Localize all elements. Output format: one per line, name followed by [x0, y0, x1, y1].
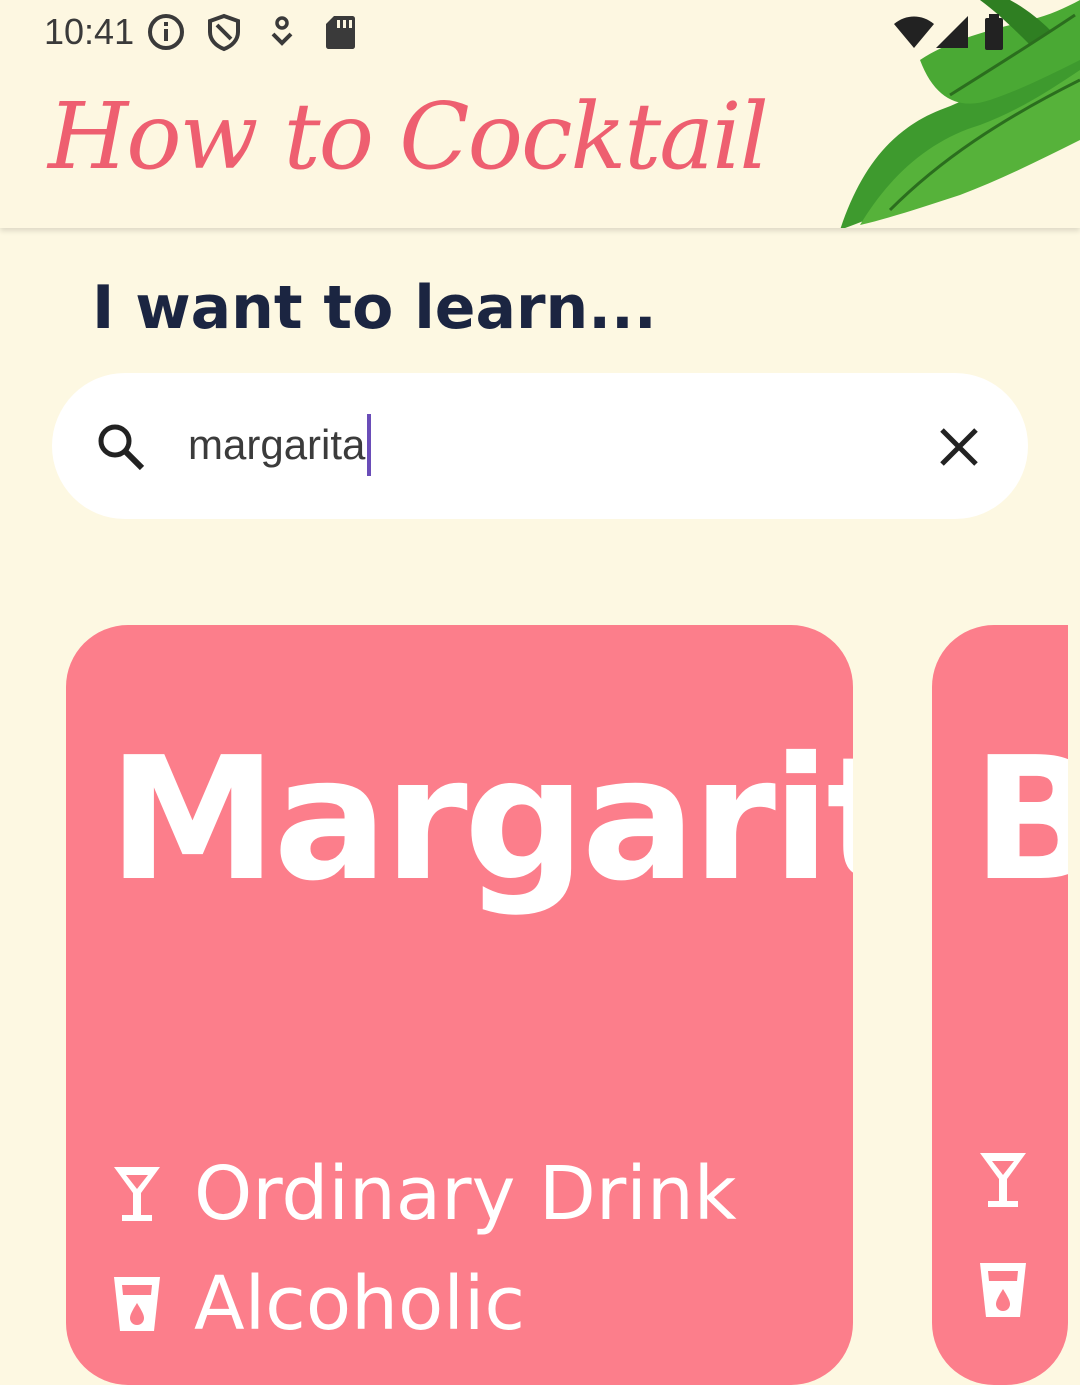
- cocktail-title: Margarita: [108, 721, 853, 919]
- cocktail-category-row: [976, 1149, 1060, 1211]
- app-title: How to Cocktail: [48, 83, 769, 190]
- text-cursor: [367, 414, 372, 476]
- section-heading: I want to learn...: [92, 273, 657, 343]
- cocktail-card[interactable]: Margarita Ordinary Drink Alcoholic: [66, 625, 853, 1385]
- cocktail-alcoholic: Alcoholic: [194, 1261, 526, 1347]
- status-bar: 10:41: [0, 0, 1080, 66]
- shield-icon: [208, 13, 240, 52]
- search-input[interactable]: margarita: [188, 412, 372, 478]
- download-icon: [271, 16, 293, 46]
- sd-card-icon: [326, 16, 355, 49]
- cocktail-category-row: Ordinary Drink: [110, 1149, 737, 1239]
- cocktail-category: Ordinary Drink: [194, 1151, 737, 1237]
- cocktail-alcoholic-row: Alcoholic: [110, 1259, 525, 1349]
- search-icon[interactable]: [94, 420, 148, 474]
- glass-icon: [980, 1263, 1026, 1317]
- battery-icon: [985, 14, 1003, 50]
- cocktail-card[interactable]: Ba: [932, 625, 1068, 1385]
- cocktail-glass-icon: [980, 1153, 1026, 1207]
- close-icon[interactable]: [932, 420, 986, 474]
- status-time: 10:41: [44, 11, 135, 52]
- glass-icon: [114, 1277, 160, 1331]
- info-icon: [148, 14, 184, 50]
- wifi-icon: [894, 16, 934, 48]
- cocktail-title: Ba: [972, 721, 1068, 919]
- cocktail-alcoholic-row: [976, 1259, 1060, 1321]
- search-input-value: margarita: [188, 421, 366, 468]
- signal-icon: [936, 16, 968, 48]
- cocktail-glass-icon: [114, 1167, 160, 1221]
